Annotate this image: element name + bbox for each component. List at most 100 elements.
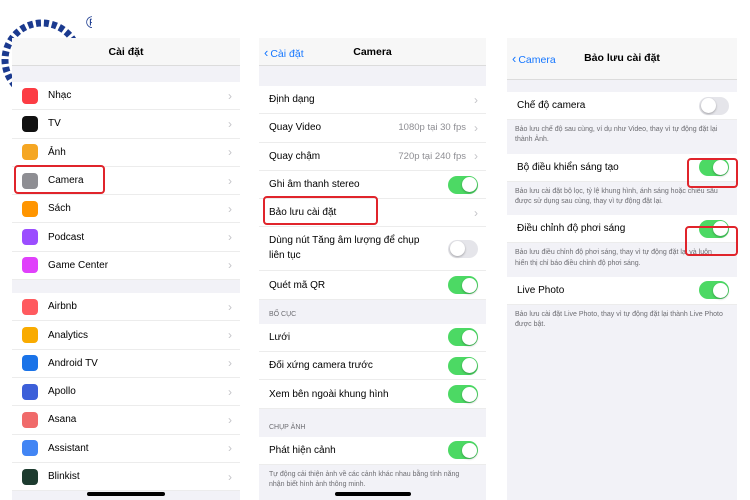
chevron-right-icon: › [228,469,232,484]
preserve-row: Chế độ camera [507,92,737,121]
settings-panel: Cài đặt Nhạc › TV › Ảnh › Camera › Sách › Podcast ›… [12,38,240,500]
settings-item-analytics[interactable]: Analytics › [12,321,240,350]
row-label: Dùng nút Tăng âm lượng để chụp liên tục [269,235,420,261]
chevron-right-icon: › [228,258,232,273]
section-header-layout: BỐ CỤC [269,310,297,318]
preserve-toggle[interactable] [699,96,729,115]
chevron-right-icon: › [474,149,478,164]
grid-row: Lưới [259,324,486,353]
apollo-icon [22,383,38,400]
chevron-right-icon: › [228,230,232,245]
android-tv-icon [22,355,38,372]
preserve-settings-panel: ‹ Camera Bảo lưu cài đặt Chế độ camera Bảo… [507,38,737,500]
preserve-options-list: Chế độ camera Bảo lưu chế độ sau cùng, ví… [507,92,737,338]
settings-item-android-tv[interactable]: Android TV › [12,350,240,378]
volume-burst-toggle[interactable] [448,239,478,258]
preserve-row: Live Photo [507,277,737,306]
row-label: Quay chậm [269,150,321,162]
settings-item-label: Airbnb [48,301,77,313]
chevron-right-icon: › [228,116,232,131]
music-icon [22,87,38,104]
blinkist-icon [22,468,38,485]
preserve-highlight-box [263,196,378,225]
exposure-toggle-highlight-box [685,226,738,256]
chevron-right-icon: › [228,412,232,427]
chevron-right-icon: › [474,92,478,107]
scene-detection-row: Phát hiện cảnh [259,437,486,465]
home-indicator [87,492,165,496]
scene-detection-toggle[interactable] [448,441,478,460]
grid-toggle[interactable] [448,328,478,347]
camera-nav-bar: ‹ Cài đặt Camera [259,38,486,66]
page-title: Bảo lưu cài đặt [584,52,660,64]
settings-item-label: Blinkist [48,471,80,482]
row-label: Lưới [269,331,291,343]
settings-item-label: Game Center [48,259,109,271]
preserve-note: Bảo lưu cài đặt Live Photo, thay vì tự đ… [515,311,723,329]
chevron-right-icon: › [228,384,232,399]
podcast-icon [22,229,38,246]
row-label: Đối xứng camera trước [269,360,373,372]
stereo-row: Ghi âm thanh stereo [259,171,486,200]
assistant-icon [22,440,38,457]
settings-item-label: Apollo [48,386,76,398]
chevron-right-icon: › [228,145,232,160]
section-header-capture: CHỤP ẢNH [269,423,306,431]
tv-icon [22,115,38,132]
settings-item-game-center[interactable]: Game Center › [12,252,240,281]
mirror-front-toggle[interactable] [448,356,478,375]
home-indicator [335,492,411,496]
format-row[interactable]: Định dạng › [259,86,486,115]
chevron-right-icon: › [474,205,478,220]
settings-item-music[interactable]: Nhạc › [12,82,240,111]
chevron-right-icon: › [228,441,232,456]
settings-item-label: Podcast [48,231,85,243]
camera-highlight-box [14,165,105,194]
mirror-front-row: Đối xứng camera trước [259,352,486,381]
row-value: 720p tại 240 fps [398,150,466,162]
settings-item-label: Sách [48,203,71,215]
registered-mark: ® [86,13,92,32]
settings-item-label: Assistant [48,442,89,454]
settings-item-blinkist[interactable]: Blinkist › [12,463,240,492]
chevron-right-icon: › [228,328,232,343]
row-label: Bộ điều khiển sáng tạo [517,161,619,173]
settings-item-airbnb[interactable]: Airbnb › [12,293,240,322]
camera-panel: ‹ Cài đặt Camera Định dạng › Quay Video 108… [259,38,486,500]
volume-burst-row: Dùng nút Tăng âm lượng để chụp liên tục [259,227,486,272]
row-label: Ghi âm thanh stereo [269,179,360,191]
record-video-row[interactable]: Quay Video 1080p tại 30 fps › [259,114,486,143]
chevron-right-icon: › [228,201,232,216]
settings-item-label: Asana [48,414,77,426]
chevron-right-icon: › [228,88,232,103]
settings-item-apollo[interactable]: Apollo › [12,378,240,407]
settings-item-label: Analytics [48,329,89,341]
photos-icon [22,144,38,161]
settings-item-photos[interactable]: Ảnh › [12,139,240,167]
game-center-icon [22,257,38,274]
stereo-toggle[interactable] [448,175,478,194]
capture-list: Phát hiện cảnh [259,436,486,465]
settings-item-assistant[interactable]: Assistant › [12,435,240,463]
scan-qr-toggle[interactable] [448,276,478,295]
slow-mo-row[interactable]: Quay chậm 720p tại 240 fps › [259,143,486,171]
chevron-right-icon: › [228,356,232,371]
row-label: Định dạng [269,94,315,106]
view-outside-frame-toggle[interactable] [448,385,478,404]
settings-item-asana[interactable]: Asana › [12,406,240,435]
settings-nav-bar: Cài đặt [12,38,240,66]
preserve-note: Bảo lưu chế độ sau cùng, ví dụ như Video… [515,126,718,144]
settings-item-podcast[interactable]: Podcast › [12,223,240,252]
chevron-right-icon: › [474,120,478,135]
preserve-toggle[interactable] [699,281,729,300]
preserve-group: Chế độ camera [507,92,737,121]
row-label: Xem bên ngoài khung hình [269,388,389,400]
row-label: Chế độ camera [517,100,586,112]
analytics-icon [22,327,38,344]
settings-item-label: Ảnh [48,146,66,158]
row-value: 1080p tại 30 fps [398,122,466,134]
books-icon [22,200,38,217]
settings-item-books[interactable]: Sách › [12,195,240,224]
settings-item-tv[interactable]: TV › [12,110,240,139]
apps-list: Airbnb › Analytics › Android TV › Apollo › Asana… [12,293,240,492]
